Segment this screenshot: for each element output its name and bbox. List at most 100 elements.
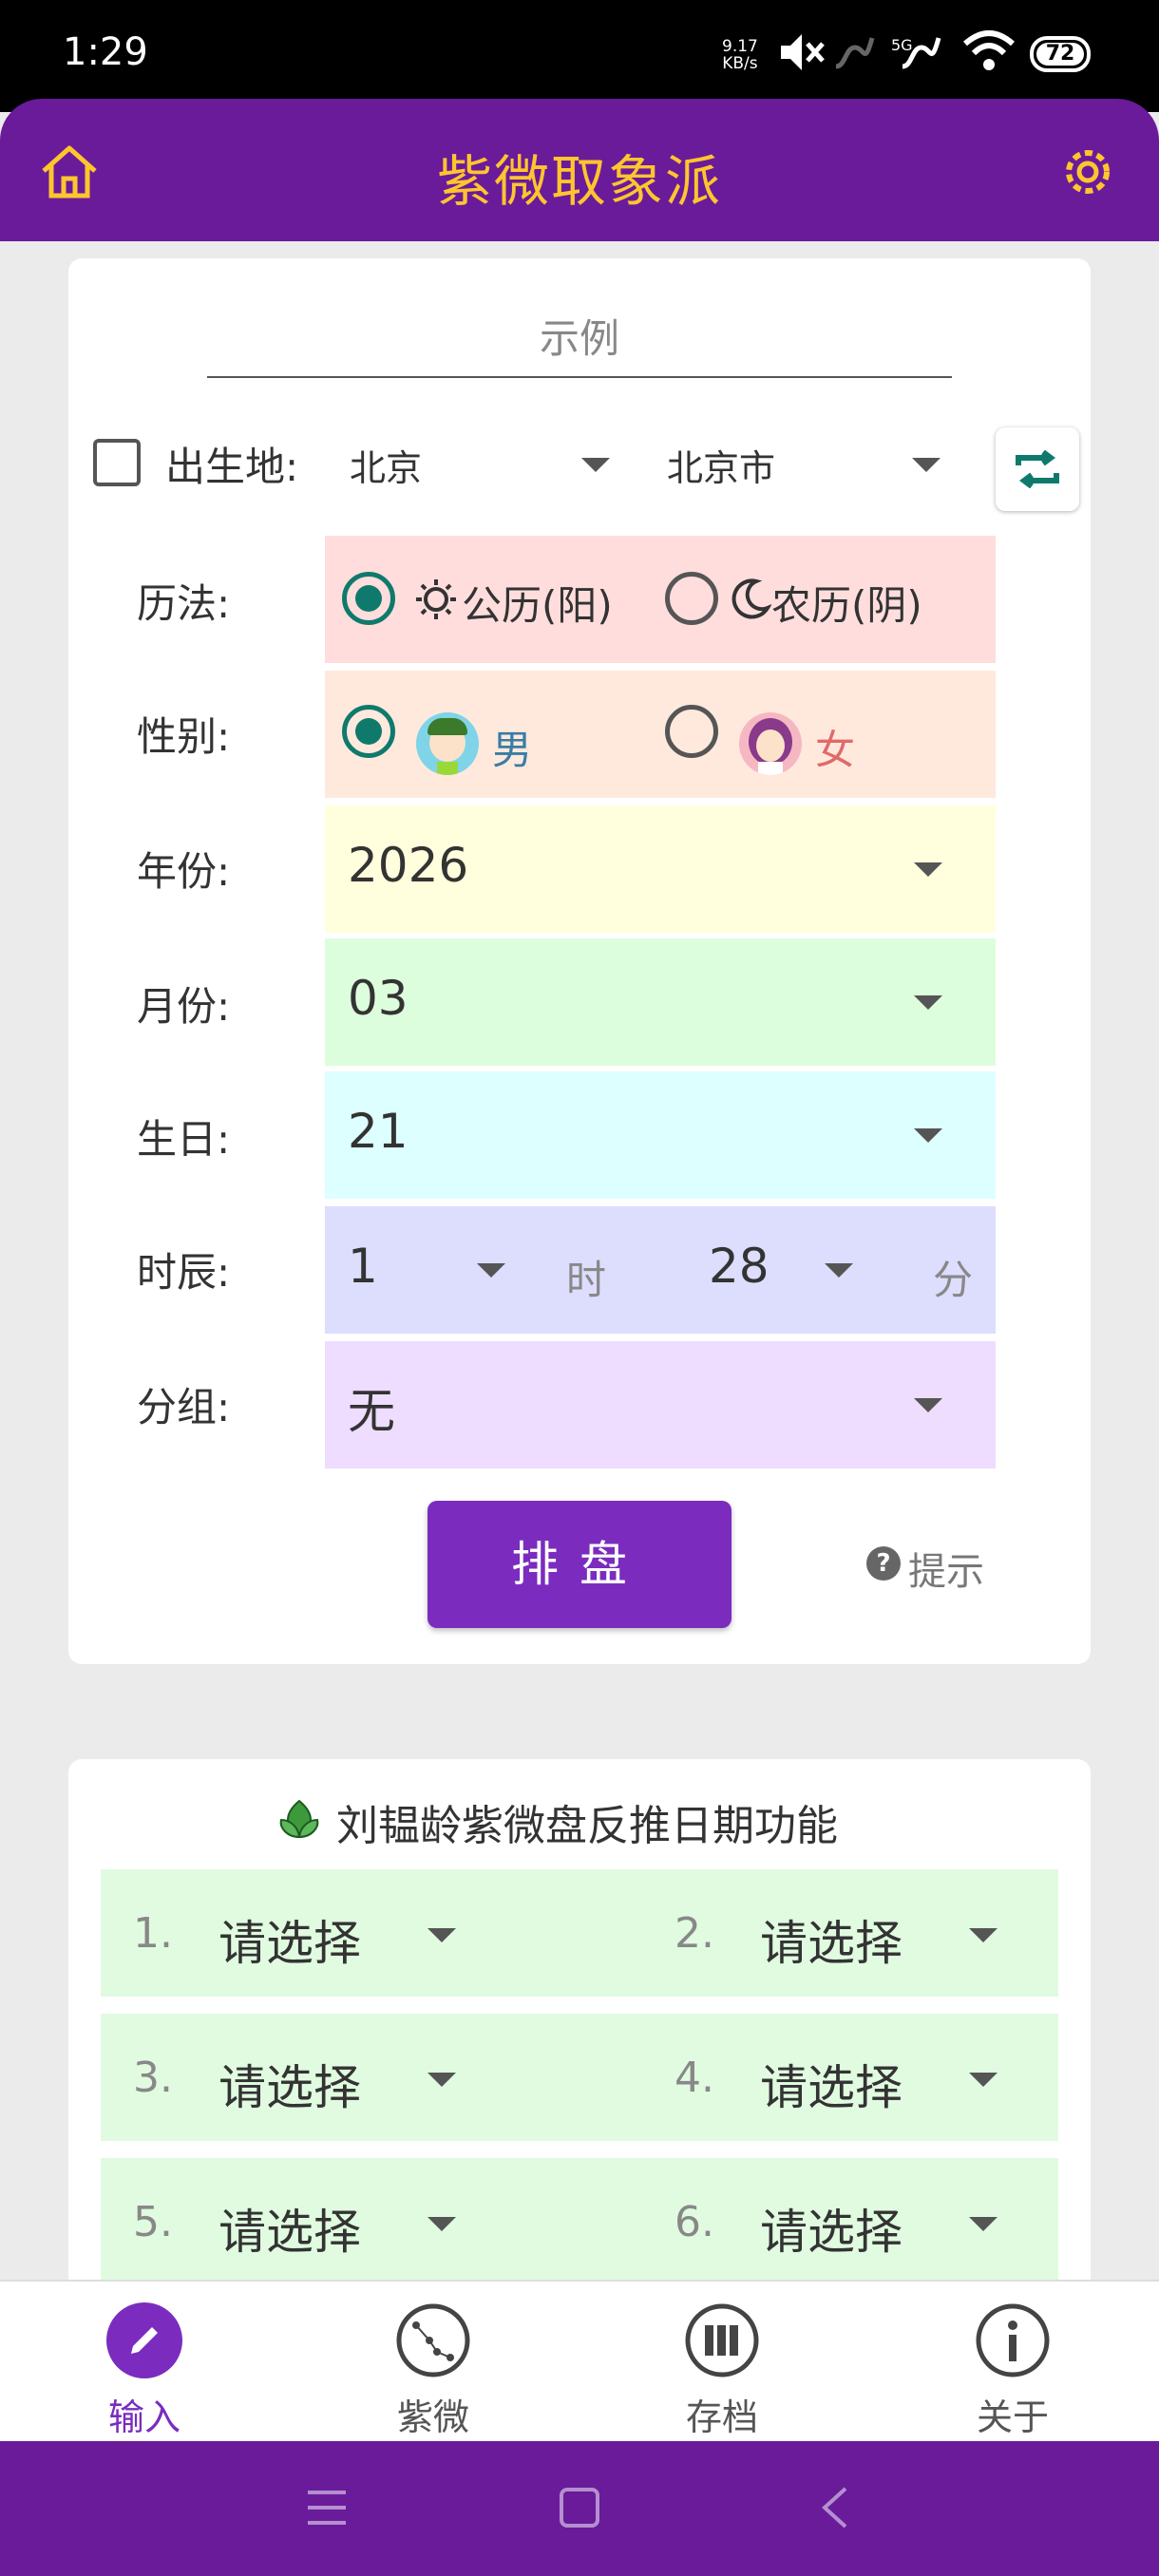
help-icon: ? — [866, 1546, 901, 1581]
chevron-down-icon — [969, 2073, 998, 2087]
chevron-down-icon — [825, 1263, 853, 1278]
calendar-solar-label: 公历(阳) — [462, 582, 613, 629]
reverse-select-1[interactable]: 请选择 — [218, 1869, 484, 1997]
calendar-row: 公历(阳) 农历(阴) — [325, 536, 996, 663]
chevron-down-icon — [914, 1128, 942, 1143]
reverse-value-1: 请选择 — [218, 1916, 361, 1971]
minute-value: 28 — [709, 1239, 770, 1294]
city-value: 北京市 — [667, 447, 776, 489]
wifi-icon — [963, 30, 1015, 70]
reverse-num-3: 3. — [133, 2054, 173, 2102]
chevron-down-icon — [969, 1928, 998, 1942]
mute-icon — [781, 34, 825, 70]
reverse-num-2: 2. — [674, 1909, 714, 1958]
chevron-down-icon — [428, 1928, 456, 1942]
nav-label-archive: 存档 — [685, 2396, 758, 2438]
nav-tab-about[interactable]: 关于 — [918, 2295, 1108, 2438]
city-select[interactable]: 北京市 — [667, 435, 990, 492]
nav-tab-archive[interactable]: 存档 — [627, 2295, 817, 2438]
system-nav-bar — [0, 2441, 1159, 2576]
chevron-down-icon — [581, 458, 610, 472]
pencil-icon — [106, 2302, 182, 2378]
day-select[interactable]: 21 — [325, 1071, 996, 1199]
network-speed-unit: KB/s — [722, 54, 758, 73]
reverse-num-4: 4. — [674, 2054, 714, 2102]
month-label: 月份: — [137, 983, 231, 1030]
nav-label-ziwei: 紫微 — [396, 2396, 469, 2438]
nav-tab-input[interactable]: 输入 — [49, 2295, 239, 2438]
birthplace-label: 出生地: — [165, 444, 299, 490]
reverse-select-6[interactable]: 请选择 — [760, 2158, 1026, 2285]
calendar-lunar-radio[interactable] — [665, 572, 718, 625]
gender-male-radio[interactable] — [342, 705, 395, 758]
gender-label: 性别: — [137, 713, 231, 760]
calendar-solar-radio[interactable] — [342, 572, 395, 625]
hour-select[interactable]: 1 — [325, 1206, 524, 1334]
reverse-select-4[interactable]: 请选择 — [760, 2014, 1026, 2141]
swap-button[interactable] — [996, 427, 1079, 511]
month-select[interactable]: 03 — [325, 938, 996, 1066]
minute-unit: 分 — [933, 1257, 974, 1303]
birthplace-checkbox[interactable] — [93, 439, 141, 486]
app-header: 紫微取象派 — [0, 99, 1159, 241]
battery-level: 72 — [1036, 43, 1084, 66]
province-value: 北京 — [350, 447, 423, 489]
paipan-button[interactable]: 排盘 — [428, 1501, 732, 1628]
reverse-value-5: 请选择 — [218, 2205, 361, 2260]
gender-female-label: 女 — [815, 727, 856, 773]
reverse-lookup-card: 刘韫龄紫微盘反推日期功能 1. 请选择 2. 请选择 3. 请选择 4. 请选择… — [68, 1759, 1091, 2291]
input-form-card: 示例 出生地: 北京 北京市 历法: 公历(阳) 农历(阴) 性别: 男 女 年… — [68, 258, 1091, 1664]
nav-label-input: 输入 — [107, 2396, 180, 2438]
gender-female-radio[interactable] — [665, 705, 718, 758]
reverse-row-2: 3. 请选择 4. 请选择 — [101, 2014, 1058, 2141]
moon-icon — [732, 578, 771, 619]
hint-label: 提示 — [908, 1550, 984, 1594]
gear-icon[interactable] — [1058, 142, 1117, 201]
reverse-value-6: 请选择 — [760, 2205, 902, 2260]
day-label: 生日: — [137, 1116, 231, 1163]
year-select[interactable]: 2026 — [325, 805, 996, 933]
calendar-lunar-label: 农历(阴) — [771, 582, 922, 629]
gender-male-label: 男 — [492, 727, 533, 773]
chevron-down-icon — [912, 458, 940, 472]
chevron-down-icon — [428, 2217, 456, 2231]
info-icon — [976, 2303, 1050, 2377]
reverse-row-3: 5. 请选择 6. 请选择 — [101, 2158, 1058, 2285]
minute-select[interactable]: 28 — [686, 1206, 876, 1334]
chevron-down-icon — [428, 2073, 456, 2087]
network-speed-value: 9.17 — [722, 37, 758, 56]
status-bar: 1:29 9.17 KB/s 5G 72 — [0, 0, 1159, 112]
back-icon[interactable] — [817, 2485, 851, 2530]
female-avatar-icon — [739, 712, 802, 775]
nav-tab-ziwei[interactable]: 紫微 — [338, 2295, 528, 2438]
swap-icon — [1016, 450, 1059, 488]
month-value: 03 — [348, 971, 408, 1026]
calendar-label: 历法: — [137, 580, 231, 627]
reverse-select-5[interactable]: 请选择 — [218, 2158, 484, 2285]
leaf-logo-icon — [279, 1799, 319, 1839]
reverse-num-6: 6. — [674, 2198, 714, 2246]
hour-value: 1 — [348, 1239, 378, 1294]
battery-icon: 72 — [1030, 36, 1091, 72]
chevron-down-icon — [914, 1398, 942, 1412]
nav-label-about: 关于 — [976, 2396, 1049, 2438]
group-select[interactable]: 无 — [325, 1341, 996, 1468]
home-nav-icon[interactable] — [559, 2487, 600, 2529]
app-title: 紫微取象派 — [436, 149, 722, 214]
name-input[interactable]: 示例 — [207, 310, 952, 378]
reverse-value-3: 请选择 — [218, 2060, 361, 2115]
reverse-title: 刘韫龄紫微盘反推日期功能 — [336, 1802, 838, 1850]
hour-unit: 时 — [566, 1257, 607, 1303]
year-label: 年份: — [137, 848, 231, 895]
reverse-num-1: 1. — [133, 1909, 173, 1958]
menu-icon[interactable] — [306, 2489, 348, 2527]
bottom-nav: 输入 紫微 存档 关于 — [0, 2280, 1159, 2443]
chevron-down-icon — [969, 2217, 998, 2231]
group-value: 无 — [348, 1384, 395, 1439]
chevron-down-icon — [914, 862, 942, 877]
province-select[interactable]: 北京 — [350, 435, 663, 492]
reverse-select-3[interactable]: 请选择 — [218, 2014, 484, 2141]
reverse-select-2[interactable]: 请选择 — [760, 1869, 1026, 1997]
group-label: 分组: — [137, 1384, 231, 1430]
reverse-num-5: 5. — [133, 2198, 173, 2246]
